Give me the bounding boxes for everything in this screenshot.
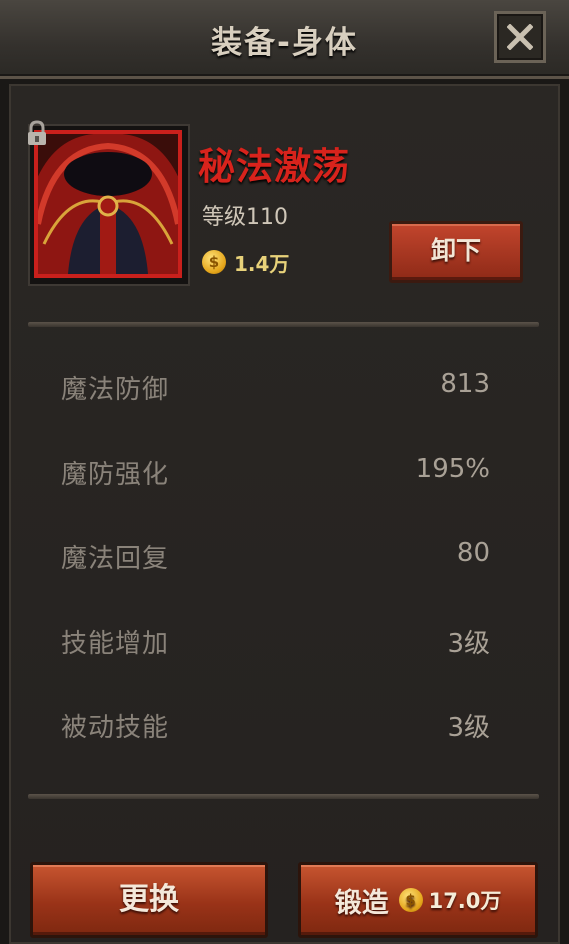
forge-button[interactable]: 锻造 $ 17.0万 xyxy=(298,862,538,938)
stat-value: 813 xyxy=(440,369,490,399)
item-image[interactable] xyxy=(34,130,182,278)
coin-icon: $ xyxy=(398,888,423,912)
replace-button[interactable]: 更换 xyxy=(30,862,268,938)
item-name: 秘法激荡 xyxy=(198,145,350,188)
stat-label: 技能增加 xyxy=(61,629,170,659)
item-price-value: 1.4万 xyxy=(234,251,290,276)
divider-top xyxy=(28,322,539,327)
divider-bottom xyxy=(28,794,539,799)
close-icon xyxy=(507,24,533,50)
close-button[interactable] xyxy=(494,11,546,63)
stat-label: 被动技能 xyxy=(61,713,170,743)
forge-cost-value: 17.0万 xyxy=(428,889,502,913)
stat-label: 魔法回复 xyxy=(61,544,170,574)
title-bar: 装备-身体 xyxy=(0,0,569,79)
stat-label: 魔防强化 xyxy=(61,460,170,490)
stat-value: 3级 xyxy=(447,629,490,659)
stat-value: 3级 xyxy=(447,713,490,743)
forge-cost: $ 17.0万 xyxy=(398,885,502,915)
lock-icon[interactable] xyxy=(26,120,48,146)
stat-value: 195% xyxy=(415,454,490,484)
forge-label: 锻造 xyxy=(334,887,389,919)
page-title: 装备-身体 xyxy=(211,25,358,61)
stat-label: 魔法防御 xyxy=(61,375,170,405)
cloak-icon xyxy=(38,134,178,274)
coin-icon: $ xyxy=(202,250,226,274)
item-price: $ 1.4万 xyxy=(202,249,290,276)
stat-value: 80 xyxy=(456,538,490,568)
item-level: 等级110 xyxy=(202,205,288,230)
unequip-button[interactable]: 卸下 xyxy=(389,221,523,283)
